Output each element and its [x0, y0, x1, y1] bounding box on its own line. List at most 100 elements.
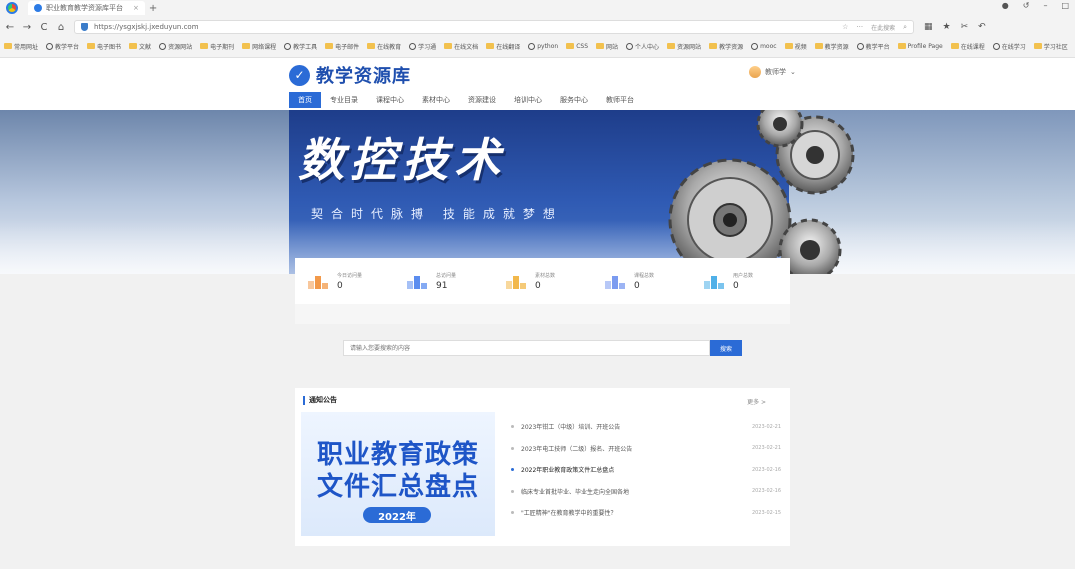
bookmark-item[interactable]: 学习通 — [409, 42, 436, 51]
bookmark-item[interactable]: 电子期刊 — [200, 42, 234, 51]
bookmark-label: 视频 — [794, 43, 807, 51]
history-icon[interactable]: ↺ — [1023, 1, 1030, 10]
bookmark-item[interactable]: 资源网站 — [667, 42, 701, 51]
home-icon[interactable]: ⌂ — [54, 22, 68, 33]
undo-icon[interactable]: ↶ — [978, 22, 986, 32]
nav-item[interactable]: 资源建设 — [459, 92, 505, 108]
bookmark-item[interactable]: 视频 — [784, 42, 807, 51]
back-icon[interactable]: ← — [3, 22, 17, 33]
folder-icon — [1033, 43, 1042, 49]
promo-image[interactable]: 职业教育政策 文件汇总盘点 2022年 — [301, 412, 495, 536]
nav-item[interactable]: 课程中心 — [367, 92, 413, 108]
bookmark-item[interactable]: 教学平台 — [856, 42, 890, 51]
maximize-icon[interactable]: □ — [1061, 1, 1069, 10]
tab-title: 职业教育教学资源库平台 — [46, 4, 123, 12]
bookmark-item[interactable]: 网络课程 — [242, 42, 276, 51]
globe-icon — [626, 42, 634, 50]
notice-item-title: 2023年钳工（中级）培训、开班公告 — [521, 424, 621, 432]
bookmark-label: 资源网站 — [168, 43, 193, 51]
bookmarks-bar: 常用网址 教学平台 电子图书 文献 资源网站 电子期刊 网络课程 教学工具 电子邮件 在线教育 学习… — [0, 38, 1075, 54]
stat-label: 素材总数 — [535, 272, 556, 279]
bookmark-label: python — [537, 42, 559, 50]
address-bar[interactable]: https://ysgxjskj.jxeduyun.com ☆ ··· 在此搜索… — [74, 20, 914, 34]
star-icon[interactable]: ☆ — [842, 23, 848, 31]
nav-item[interactable]: 首页 — [289, 92, 321, 108]
bookmark-item[interactable]: 教学资源 — [709, 42, 743, 51]
bookmark-item[interactable]: 电子图书 — [87, 42, 121, 51]
main-nav: 首页 专业目录 课程中心 素材中心 资源建设 培训中心 服务中心 教师平台 — [289, 92, 643, 108]
total-visits-icon — [406, 272, 428, 290]
nav-item[interactable]: 服务中心 — [551, 92, 597, 108]
minimize-icon[interactable]: – — [1043, 1, 1047, 10]
list-item[interactable]: 2023年钳工（中级）培训、开班公告 2023-02-21 — [511, 416, 781, 438]
bookmark-item[interactable]: 学习社区 — [1033, 42, 1068, 51]
bookmark-item[interactable]: CSS — [566, 43, 588, 50]
bookmark-item[interactable]: 在线课程 — [950, 42, 985, 51]
tab-bar: 职业教育教学资源库平台 × + ● ↺ – □ — [0, 0, 1075, 16]
bookmark-item[interactable]: 在线文档 — [444, 42, 478, 51]
bookmark-label: Profile Page — [907, 42, 943, 50]
list-item[interactable]: 2022年职业教育政策文件汇总盘点 2023-02-16 — [511, 459, 781, 481]
nav-item[interactable]: 教师平台 — [597, 92, 643, 108]
folder-icon — [486, 43, 495, 49]
bookmark-item[interactable]: 在线翻译 — [486, 42, 520, 51]
reload-icon[interactable]: C — [37, 22, 51, 33]
bookmark-item[interactable]: 网站 — [596, 42, 618, 51]
stat-item: 总访问量 91 — [394, 272, 493, 291]
search-bar: 搜索 — [343, 340, 743, 356]
bookmark-label: 在线学习 — [1001, 43, 1026, 51]
browser-search-box[interactable]: 在此搜索 — [871, 23, 895, 32]
favorites-icon[interactable]: ★ — [943, 22, 951, 32]
bookmark-item[interactable]: 电子邮件 — [325, 42, 359, 51]
bookmark-item[interactable]: 资源网站 — [159, 42, 192, 51]
folder-icon — [784, 43, 793, 49]
stat-text: 今日访问量 0 — [337, 272, 362, 291]
bookmark-item[interactable]: Profile Page — [897, 42, 943, 50]
folder-icon — [897, 43, 906, 49]
gears-illustration — [668, 110, 855, 274]
search-icon[interactable]: ⌕ — [903, 23, 907, 32]
bookmark-item[interactable]: 教学平台 — [46, 42, 79, 51]
folder-icon — [367, 43, 376, 49]
bookmark-label: 常用网址 — [14, 43, 39, 51]
more-link[interactable]: 更多 > — [747, 397, 766, 406]
nav-item[interactable]: 培训中心 — [505, 92, 551, 108]
account-icon[interactable]: ● — [1002, 1, 1009, 10]
stat-item: 素材总数 0 — [493, 272, 592, 291]
nav-item[interactable]: 素材中心 — [413, 92, 459, 108]
notice-item-title: 临床专业首批毕业、毕业生走向全国各地 — [521, 488, 630, 496]
list-item[interactable]: "工匠精神"在教育教学中的重要性？ 2023-02-15 — [511, 502, 781, 524]
folder-icon — [4, 43, 12, 49]
search-button[interactable]: 搜索 — [710, 340, 742, 356]
bookmark-item[interactable]: mooc — [751, 42, 777, 50]
list-item[interactable]: 临床专业首批毕业、毕业生走向全国各地 2023-02-16 — [511, 481, 781, 503]
bookmark-item[interactable]: 在线学习 — [992, 42, 1026, 51]
bookmark-item[interactable]: 文献 — [129, 42, 151, 51]
list-item[interactable]: 2023年电工技师（二级）报名、开班公告 2023-02-21 — [511, 438, 781, 460]
cut-icon[interactable]: ✂ — [961, 22, 969, 32]
user-menu[interactable]: 教师学 ⌄ — [749, 66, 796, 78]
more-icon[interactable]: ··· — [856, 23, 863, 31]
bookmark-item[interactable]: 教学资源 — [814, 42, 849, 51]
nav-item[interactable]: 专业目录 — [321, 92, 367, 108]
stat-item: 课程总数 0 — [592, 272, 691, 291]
bookmark-item[interactable]: python — [528, 42, 559, 50]
browser-tab[interactable]: 职业教育教学资源库平台 × — [28, 1, 145, 15]
new-tab-icon[interactable]: + — [149, 3, 157, 14]
visits-icon — [307, 272, 329, 290]
chevron-down-icon: ⌄ — [790, 68, 796, 76]
bookmark-label: 个人中心 — [635, 43, 660, 51]
forward-icon[interactable]: → — [20, 22, 34, 33]
folder-icon — [129, 43, 138, 49]
bookmark-item[interactable]: 个人中心 — [626, 42, 659, 51]
site-logo[interactable]: ✓ 教学资源库 — [289, 62, 411, 88]
bookmark-item[interactable]: 常用网址 — [4, 42, 38, 51]
apps-icon[interactable]: ▦ — [924, 22, 933, 32]
notice-item-date: 2023-02-21 — [751, 445, 781, 452]
bookmark-item[interactable]: 在线教育 — [367, 42, 401, 51]
close-icon[interactable]: × — [133, 4, 139, 12]
search-input[interactable] — [343, 340, 710, 356]
bookmark-item[interactable]: 教学工具 — [284, 42, 317, 51]
folder-icon — [325, 43, 334, 49]
user-name: 教师学 — [765, 68, 786, 76]
